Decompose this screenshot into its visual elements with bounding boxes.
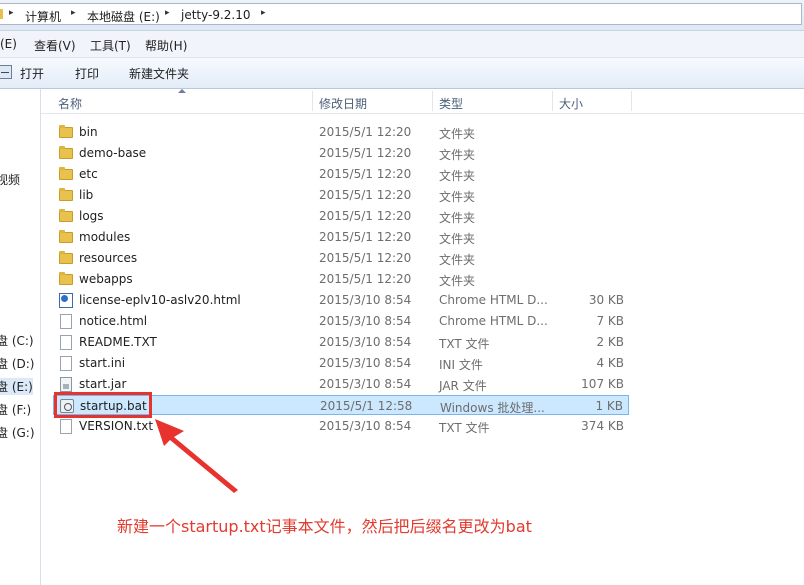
annotation-text: 新建一个startup.txt记事本文件，然后把后缀名更改为bat xyxy=(117,517,532,536)
annotation-arrow-icon xyxy=(155,419,238,493)
